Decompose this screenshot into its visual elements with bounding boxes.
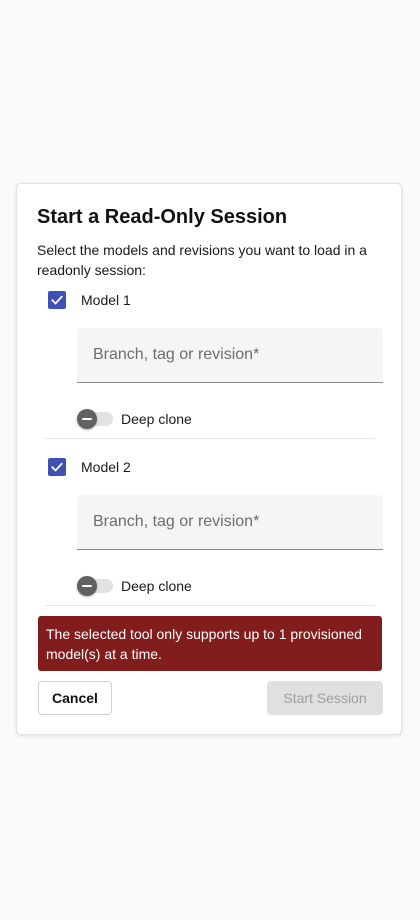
minus-icon: [82, 418, 92, 420]
model-1-section: Model 1 Deep clone: [17, 283, 403, 450]
model-2-checkbox[interactable]: [48, 458, 66, 476]
dialog-description: Select the models and revisions you want…: [37, 242, 367, 278]
model-1-checkbox[interactable]: [48, 291, 66, 309]
model-2-deep-clone-label: Deep clone: [121, 578, 192, 594]
model-1-revision-input[interactable]: [77, 328, 383, 383]
model-2-revision-input[interactable]: [77, 495, 383, 550]
divider: [45, 605, 375, 606]
error-banner: The selected tool only supports up to 1 …: [38, 616, 382, 671]
model-2-label: Model 2: [81, 459, 131, 475]
model-1-label: Model 1: [81, 292, 131, 308]
model-1-deep-clone-toggle[interactable]: [77, 409, 113, 429]
toggle-thumb: [77, 576, 97, 596]
model-1-deep-clone-label: Deep clone: [121, 411, 192, 427]
check-icon: [51, 295, 63, 305]
divider: [45, 438, 375, 439]
model-2-deep-clone-toggle[interactable]: [77, 576, 113, 596]
check-icon: [51, 462, 63, 472]
minus-icon: [82, 585, 92, 587]
model-2-section: Model 2 Deep clone: [17, 450, 403, 617]
dialog-title: Start a Read-Only Session: [37, 206, 288, 228]
start-session-button[interactable]: Start Session: [267, 681, 383, 715]
read-only-session-dialog: Start a Read-Only Session Select the mod…: [16, 183, 402, 735]
toggle-thumb: [77, 409, 97, 429]
cancel-button[interactable]: Cancel: [38, 681, 112, 715]
